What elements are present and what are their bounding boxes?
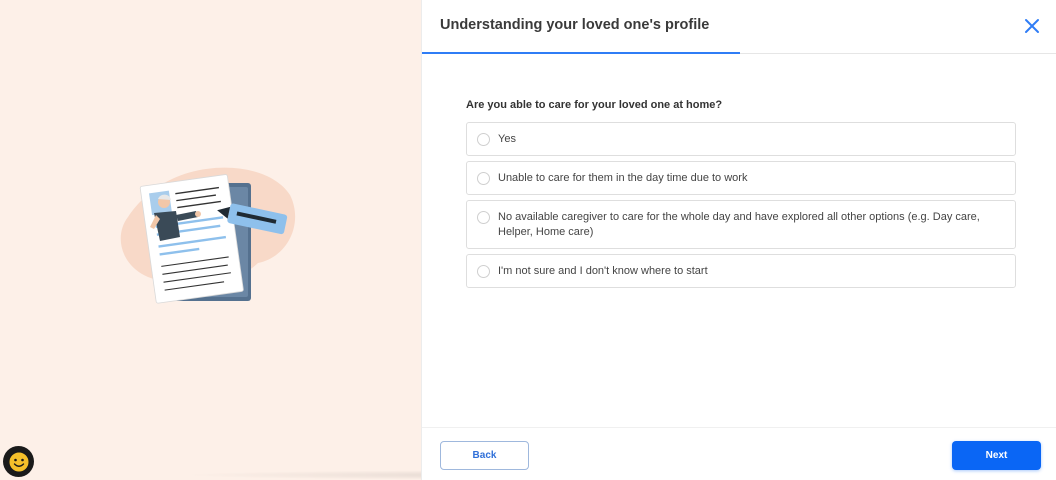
option-not-sure[interactable]: I'm not sure and I don't know where to s… bbox=[466, 254, 1016, 288]
close-icon bbox=[1025, 19, 1039, 33]
option-label: I'm not sure and I don't know where to s… bbox=[498, 265, 708, 277]
options-list: Yes Unable to care for them in the day t… bbox=[466, 122, 1016, 293]
illustration-panel bbox=[0, 0, 421, 480]
radio-button[interactable] bbox=[477, 172, 490, 185]
option-label: Unable to care for them in the day time … bbox=[498, 172, 748, 184]
radio-button[interactable] bbox=[477, 133, 490, 146]
smiley-icon bbox=[8, 451, 29, 472]
form-panel: Understanding your loved one's profile A… bbox=[421, 0, 1056, 480]
radio-button[interactable] bbox=[477, 265, 490, 278]
back-button[interactable]: Back bbox=[440, 441, 529, 470]
profile-document-illustration bbox=[120, 167, 296, 304]
option-label: Yes bbox=[498, 133, 516, 145]
radio-button[interactable] bbox=[477, 211, 490, 224]
progress-bar bbox=[422, 52, 740, 54]
help-chat-button[interactable] bbox=[3, 446, 34, 477]
option-no-available-caregiver[interactable]: No available caregiver to care for the w… bbox=[466, 200, 1016, 249]
form-header: Understanding your loved one's profile bbox=[422, 0, 1056, 54]
next-button[interactable]: Next bbox=[952, 441, 1041, 470]
question-text: Are you able to care for your loved one … bbox=[466, 99, 723, 111]
close-button[interactable] bbox=[1021, 15, 1043, 37]
option-label: No available caregiver to care for the w… bbox=[498, 211, 980, 238]
option-yes[interactable]: Yes bbox=[466, 122, 1016, 156]
option-unable-due-to-work[interactable]: Unable to care for them in the day time … bbox=[466, 161, 1016, 195]
form-footer: Back Next bbox=[422, 427, 1056, 480]
page-title: Understanding your loved one's profile bbox=[440, 17, 710, 33]
